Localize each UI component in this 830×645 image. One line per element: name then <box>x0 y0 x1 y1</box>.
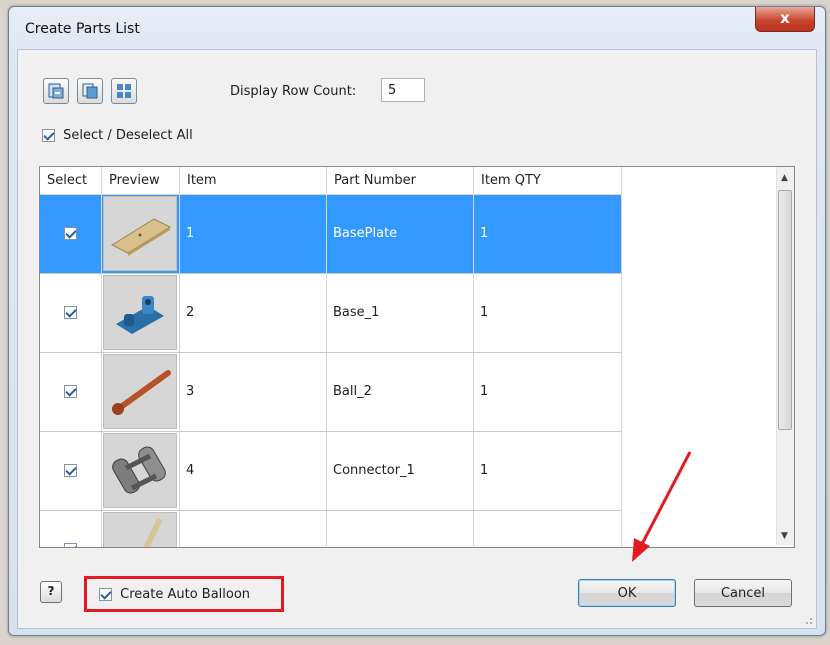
create-parts-list-dialog: Create Parts List x Display Row Count: 5… <box>8 6 826 636</box>
connector-icon <box>103 433 177 508</box>
table-row[interactable]: 3 Ball_2 1 <box>40 353 622 432</box>
ball-rod-icon <box>103 354 177 429</box>
base-part-icon <box>103 275 177 350</box>
table-row[interactable]: 4 Connector_1 1 <box>40 432 622 511</box>
row-item-qty: 1 <box>474 274 622 352</box>
row-item-qty: 1 <box>474 353 622 431</box>
copy-icon <box>82 83 98 99</box>
close-button[interactable]: x <box>755 7 815 32</box>
row-select-checkbox[interactable] <box>64 385 77 398</box>
grid-view-button[interactable] <box>111 78 137 104</box>
row-item-qty: 1 <box>474 432 622 510</box>
row-part-number: Base_1 <box>327 274 474 352</box>
copy-items-button[interactable] <box>77 78 103 104</box>
display-row-count-input[interactable] <box>381 78 425 102</box>
grid-header: Select Preview Item Part Number Item QTY <box>40 167 622 195</box>
part-preview-icon <box>103 512 177 547</box>
ok-button[interactable]: OK <box>578 579 676 607</box>
title-bar[interactable]: Create Parts List x <box>9 7 825 49</box>
table-row[interactable]: 1 BasePlate 1 <box>40 195 622 274</box>
baseplate-icon <box>103 196 177 271</box>
scroll-down-icon[interactable]: ▼ <box>781 531 788 541</box>
row-item: 4 <box>180 432 327 510</box>
column-header-part-number[interactable]: Part Number <box>327 167 474 194</box>
display-row-count-label: Display Row Count: <box>230 84 357 99</box>
scrollbar-thumb[interactable] <box>778 190 792 430</box>
auto-balloon-highlight: Create Auto Balloon <box>84 576 284 612</box>
grid-vertical-scrollbar[interactable]: ▲ ▼ <box>776 167 794 545</box>
row-part-number: Connector_1 <box>327 432 474 510</box>
column-header-item-qty[interactable]: Item QTY <box>474 167 622 194</box>
grid-icon <box>117 84 131 98</box>
help-button[interactable]: ? <box>40 581 62 603</box>
dialog-body: Display Row Count: Select / Deselect All… <box>17 49 817 629</box>
row-part-number: Ball_2 <box>327 353 474 431</box>
row-select-checkbox[interactable] <box>64 227 77 240</box>
row-select-checkbox[interactable] <box>64 306 77 319</box>
auto-balloon-check-icon[interactable] <box>99 588 112 601</box>
parts-grid[interactable]: Select Preview Item Part Number Item QTY… <box>39 166 795 548</box>
row-item-qty: 1 <box>474 195 622 273</box>
create-auto-balloon-checkbox[interactable]: Create Auto Balloon <box>99 587 250 602</box>
dialog-title: Create Parts List <box>25 21 140 37</box>
row-item: 3 <box>180 353 327 431</box>
row-select-checkbox[interactable] <box>64 464 77 477</box>
cancel-button[interactable]: Cancel <box>694 579 792 607</box>
column-header-item[interactable]: Item <box>180 167 327 194</box>
import-items-button[interactable] <box>43 78 69 104</box>
resize-grip-icon[interactable] <box>803 615 813 625</box>
column-header-select[interactable]: Select <box>40 167 102 194</box>
select-all-check-icon[interactable] <box>42 129 55 142</box>
scroll-up-icon[interactable]: ▲ <box>781 173 788 183</box>
row-item: 1 <box>180 195 327 273</box>
table-row[interactable]: 2 Base_1 1 <box>40 274 622 353</box>
import-icon <box>48 83 64 99</box>
select-all-label: Select / Deselect All <box>63 128 193 143</box>
row-select-checkbox[interactable] <box>64 543 77 547</box>
auto-balloon-label: Create Auto Balloon <box>120 587 251 602</box>
table-row[interactable] <box>40 511 622 547</box>
column-header-preview[interactable]: Preview <box>102 167 180 194</box>
row-part-number: BasePlate <box>327 195 474 273</box>
select-deselect-all-checkbox[interactable]: Select / Deselect All <box>42 128 193 143</box>
row-item: 2 <box>180 274 327 352</box>
